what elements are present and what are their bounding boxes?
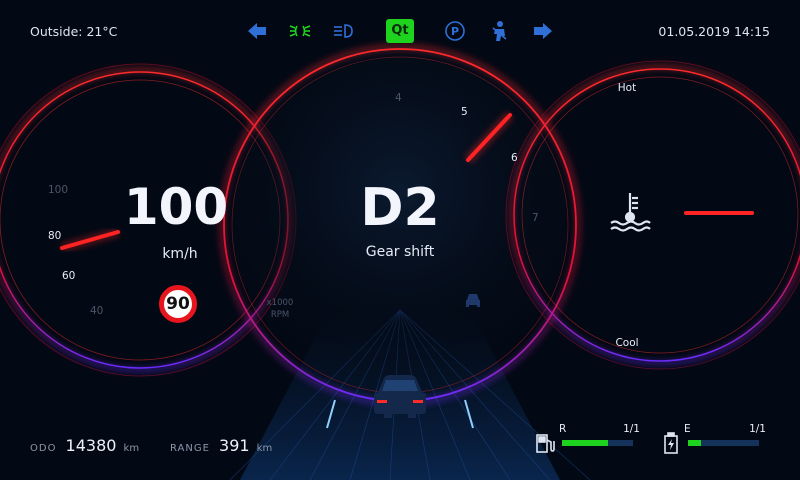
rpm-tick: 7 — [532, 212, 539, 224]
range-label: RANGE — [170, 443, 210, 454]
battery-level-fill — [688, 440, 701, 446]
parking-lights-icon — [289, 20, 311, 42]
car-front-icon — [463, 291, 483, 311]
speed-unit: km/h — [162, 246, 198, 262]
gear-indicator: D2 — [360, 178, 440, 238]
turn-right-icon — [532, 20, 554, 42]
fuel-level-bar — [562, 440, 633, 446]
date-time: 01.05.2019 14:15 — [658, 24, 770, 39]
odo-label: ODO — [30, 443, 57, 454]
headlight-icon — [332, 20, 354, 42]
speed-tick: 80 — [48, 230, 62, 242]
gear-label: Gear shift — [365, 244, 435, 260]
speed-value: 100 — [123, 178, 229, 236]
rpm-tick: 4 — [395, 92, 402, 104]
battery-label: E — [684, 423, 691, 435]
rpm-unit-multiplier: x1000 — [266, 298, 294, 308]
parking-brake-icon: P — [444, 20, 466, 42]
seatbelt-icon — [488, 20, 510, 42]
rpm-tick: 6 — [511, 152, 518, 164]
speed-limit-sign: 90 — [159, 285, 197, 323]
speed-tick: 100 — [48, 184, 69, 196]
speed-tick: 60 — [62, 270, 76, 282]
temp-cool-label: Cool — [615, 337, 639, 349]
qt-logo: Qt — [386, 19, 414, 43]
turn-left-icon — [246, 20, 268, 42]
battery-ratio: 1/1 — [749, 423, 766, 435]
rpm-tick: 5 — [461, 106, 468, 118]
temp-hot-label: Hot — [617, 82, 637, 94]
range-unit: km — [256, 443, 273, 454]
range-value: 391 — [219, 436, 250, 455]
fuel-label: R — [559, 423, 567, 435]
odometer: ODO 14380 km — [30, 436, 139, 455]
outside-temperature: Outside: 21°C — [30, 24, 118, 39]
battery-level-bar — [688, 440, 759, 446]
range: RANGE 391 km — [170, 436, 272, 455]
speed-tick: 40 — [90, 305, 104, 317]
coolant-temperature-icon — [608, 190, 652, 232]
fuel-ratio: 1/1 — [623, 423, 640, 435]
battery-icon — [664, 432, 678, 454]
svg-text:P: P — [451, 25, 459, 38]
fuel-level-fill — [562, 440, 609, 446]
fuel-pump-icon — [535, 432, 555, 454]
rpm-unit: RPM — [270, 310, 290, 320]
odo-value: 14380 — [65, 436, 117, 455]
odo-unit: km — [123, 443, 140, 454]
ego-car-icon — [368, 372, 432, 422]
